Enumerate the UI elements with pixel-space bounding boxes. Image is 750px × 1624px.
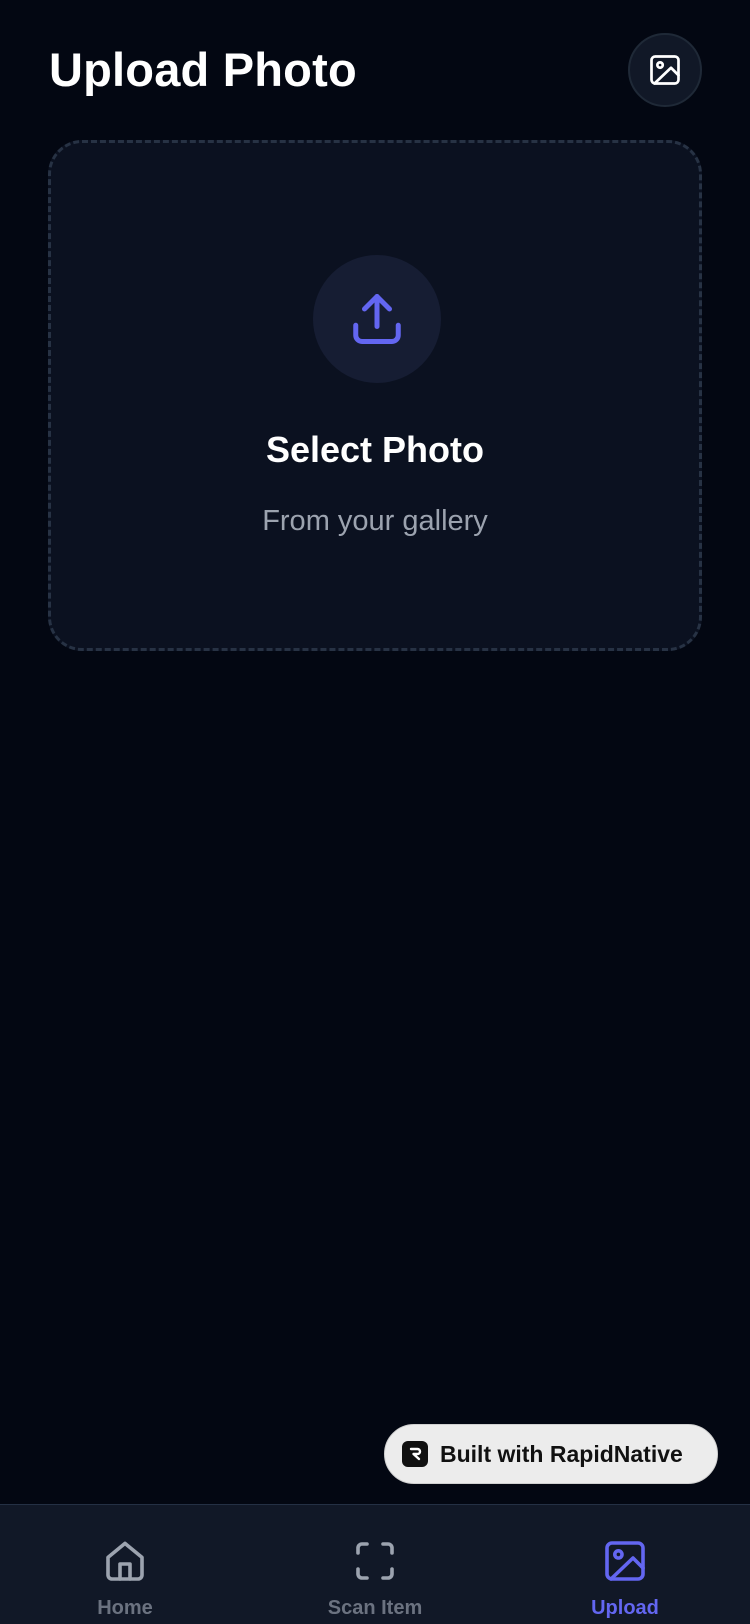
- image-icon: [650, 55, 680, 85]
- page-title: Upload Photo: [49, 43, 357, 96]
- tab-home[interactable]: Home: [0, 1505, 250, 1624]
- rapidnative-logo-icon: [402, 1441, 428, 1467]
- tab-scan-item[interactable]: Scan Item: [250, 1505, 500, 1624]
- upload-icon-circle: [313, 255, 441, 383]
- select-photo-subtitle: From your gallery: [262, 505, 488, 537]
- built-with-label: Built with RapidNative: [440, 1441, 683, 1467]
- built-with-badge[interactable]: Built with RapidNative: [384, 1424, 718, 1484]
- tab-home-label: Home: [97, 1597, 153, 1619]
- select-photo-title: Select Photo: [265, 429, 485, 470]
- gallery-button[interactable]: [628, 33, 702, 107]
- image-icon: [605, 1541, 645, 1581]
- tab-scan-item-label: Scan Item: [327, 1597, 423, 1619]
- tab-upload-label: Upload: [591, 1597, 659, 1619]
- home-icon: [106, 1541, 144, 1581]
- photo-dropzone[interactable]: Select Photo From your gallery: [48, 140, 702, 651]
- bottom-tab-bar: Home Scan Item Upload: [0, 1504, 750, 1624]
- header: Upload Photo: [49, 33, 702, 107]
- upload-icon: [353, 294, 401, 344]
- scan-icon: [356, 1542, 394, 1580]
- tab-upload[interactable]: Upload: [500, 1505, 750, 1624]
